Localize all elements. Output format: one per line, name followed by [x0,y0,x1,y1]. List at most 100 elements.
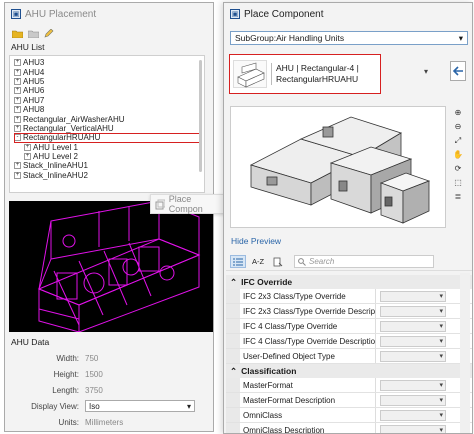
collapse-icon[interactable]: ⌃ [230,277,237,288]
rotate-icon[interactable]: ⟳ [452,164,464,175]
tree-item-label: AHU8 [23,105,45,115]
collapse-icon[interactable]: - [14,134,21,142]
tree-item[interactable]: + AHU Level 1 [14,143,200,152]
folder-icon[interactable] [27,28,39,38]
property-group-name: IFC Override [241,277,293,287]
property-row[interactable]: OmniClass Description ▾ [226,423,472,433]
property-row[interactable]: IFC 2x3 Class/Type Override Description ▾ [226,304,472,319]
expand-icon[interactable]: + [14,96,21,104]
property-value-dropdown[interactable]: ▾ [380,305,446,317]
ahu-placement-titlebar[interactable]: ▣ AHU Placement [5,3,213,25]
chevron-down-icon[interactable]: ▾ [424,67,428,76]
expand-icon[interactable]: + [14,87,21,95]
property-value-dropdown[interactable]: ▾ [380,379,446,391]
collapse-icon[interactable]: ⌃ [230,366,237,377]
property-name: OmniClass Description [240,423,376,433]
place-component-ghost: Place Compon [150,194,226,214]
expand-icon[interactable]: + [14,162,21,170]
row-gutter [226,349,240,363]
ahu-wireframe-drawing [37,200,201,333]
display-view-value: Iso [89,401,100,411]
property-row[interactable]: MasterFormat ▾ [226,378,472,393]
expand-icon[interactable]: + [14,59,21,67]
property-name: IFC 2x3 Class/Type Override Description [240,304,376,318]
tree-item[interactable]: - RectangularHRUAHU [14,133,200,143]
tree-item[interactable]: + AHU7 [14,96,200,105]
ahu-tree[interactable]: + AHU3 + AHU4 + AHU5 + AHU6 + AHU7 + AHU8 + Rectangul… [9,55,205,193]
tree-item[interactable]: + AHU6 [14,86,200,95]
expand-icon[interactable]: + [14,77,21,85]
property-row[interactable]: IFC 4 Class/Type Override ▾ [226,319,472,334]
categorized-view-button[interactable] [230,255,246,268]
tree-item[interactable]: + Stack_InlineAHU2 [14,171,200,180]
tree-item[interactable]: + AHU3 [14,58,200,67]
property-pages-button[interactable] [270,255,286,268]
edit-icon[interactable] [43,28,55,38]
window-title: Place Component [244,8,324,20]
property-name: OmniClass [240,408,376,422]
chevron-down-icon: ▾ [186,401,191,411]
property-name: IFC 4 Class/Type Override [240,319,376,333]
browse-component-button[interactable] [450,61,466,81]
property-row[interactable]: MasterFormat Description ▾ [226,393,472,408]
property-row[interactable]: OmniClass ▾ [226,408,472,423]
row-gutter [226,319,240,333]
expand-icon[interactable]: + [14,115,21,123]
expand-icon[interactable]: + [14,106,21,114]
length-label: Length: [52,385,79,395]
expand-icon[interactable]: + [14,68,21,76]
property-search-box[interactable]: Search [294,255,434,268]
property-grid-scrollbar[interactable] [460,273,470,433]
component-icon [155,199,165,209]
tree-scrollbar[interactable] [199,60,202,172]
tree-item[interactable]: + Stack_InlineAHU1 [14,161,200,170]
sort-az-button[interactable]: A-Z [250,255,266,268]
app-icon: ▣ [11,9,21,19]
place-component-window: ▣ Place Component SubGroup:Air Handling … [223,2,473,434]
property-value-dropdown[interactable]: ▾ [380,409,446,421]
property-row[interactable]: IFC 2x3 Class/Type Override ▾ [226,289,472,304]
units-value: Millimeters [85,417,124,427]
hide-preview-link[interactable]: Hide Preview [231,236,281,246]
expand-icon[interactable]: + [14,171,21,179]
row-gutter [226,423,240,433]
tree-item[interactable]: + AHU Level 2 [14,152,200,161]
app-icon: ▣ [230,9,240,19]
view-cube-icon[interactable]: ⬚ [452,178,464,189]
zoom-out-icon[interactable]: ⊖ [452,122,464,133]
property-value-dropdown[interactable]: ▾ [380,424,446,433]
tree-item-label: AHU6 [23,86,45,96]
place-component-titlebar[interactable]: ▣ Place Component [224,3,472,25]
component-line2: RectangularHRUAHU [276,74,359,84]
window-title: AHU Placement [25,8,97,20]
display-view-select[interactable]: Iso ▾ [85,400,195,412]
expand-icon[interactable]: + [14,124,21,132]
property-group-header[interactable]: ⌃ IFC Override [226,275,472,289]
tree-item[interactable]: + Rectangular_AirWasherAHU [14,114,200,124]
zoom-in-icon[interactable]: ⊕ [452,108,464,119]
fit-view-icon[interactable]: ⤢ [452,136,464,147]
tree-item[interactable]: + AHU5 [14,77,200,86]
tree-item-label: AHU4 [23,67,45,77]
tree-item[interactable]: + AHU4 [14,67,200,77]
expand-icon[interactable]: + [24,153,31,161]
property-value-dropdown[interactable]: ▾ [380,335,446,347]
ahu-toolbar [5,25,213,41]
property-group-header[interactable]: ⌃ Classification [226,364,472,378]
property-value-dropdown[interactable]: ▾ [380,350,446,362]
property-value-dropdown[interactable]: ▾ [380,290,446,302]
tree-item[interactable]: + Rectangular_VerticalAHU [14,124,200,133]
expand-icon[interactable]: + [24,143,31,151]
tree-item[interactable]: + AHU8 [14,105,200,114]
property-value-dropdown[interactable]: ▾ [380,320,446,332]
property-row[interactable]: IFC 4 Class/Type Override Description ▾ [226,334,472,349]
height-value: 1500 [85,369,103,379]
component-select[interactable]: AHU | Rectangular-4 | RectangularHRUAHU [229,54,381,94]
property-value-dropdown[interactable]: ▾ [380,394,446,406]
pan-hand-icon[interactable]: ✋ [452,150,464,161]
subgroup-select[interactable]: SubGroup:Air Handling Units ▾ [230,31,468,45]
open-folder-icon[interactable] [11,28,23,38]
property-row[interactable]: User-Defined Object Type ▾ [226,349,472,364]
component-line1: AHU | Rectangular-4 | [276,63,359,73]
layers-icon[interactable]: ≣ [452,192,464,203]
